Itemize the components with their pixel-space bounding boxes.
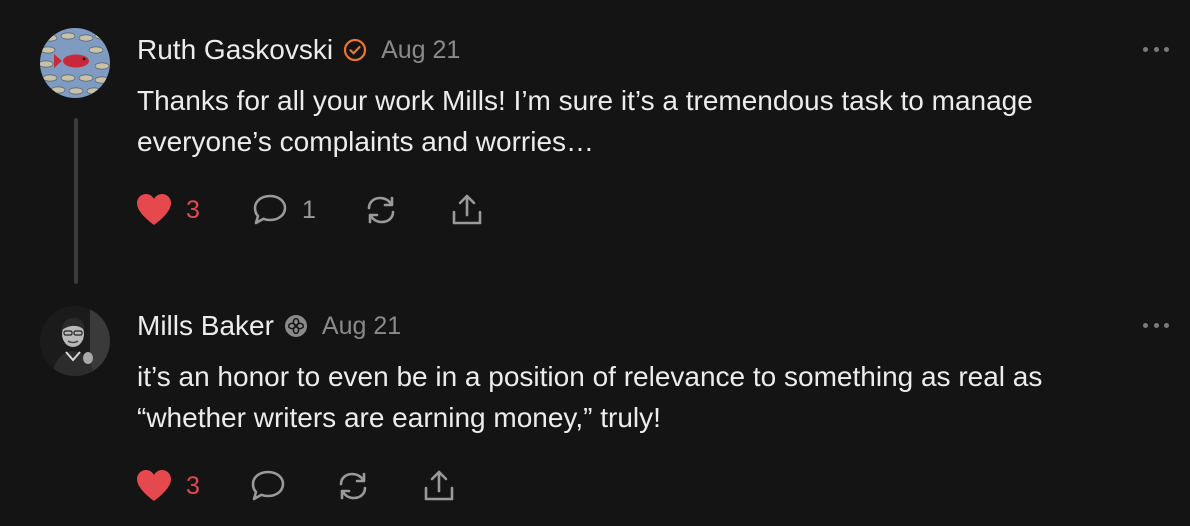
comment-header: Ruth Gaskovski Aug 21 (137, 30, 460, 70)
comment-item: Mills Baker Aug 21 it’s an honor to even… (0, 290, 1190, 526)
like-count: 3 (186, 471, 200, 500)
more-dot-icon (1143, 46, 1148, 52)
share-button[interactable] (450, 190, 484, 230)
avatar[interactable] (40, 306, 110, 376)
comment-text: Thanks for all your work Mills! I’m sure… (137, 85, 1033, 157)
comment-date[interactable]: Aug 21 (322, 312, 401, 341)
more-dot-icon (1153, 322, 1159, 328)
restack-arrows-icon (339, 472, 367, 500)
verified-check-icon (343, 38, 367, 62)
comment-date[interactable]: Aug 21 (381, 36, 460, 65)
staff-flower-icon (284, 314, 308, 338)
heart-icon (137, 470, 171, 501)
reply-count: 1 (302, 195, 316, 224)
comment-actions: 3 1 (136, 190, 536, 230)
restack-button[interactable] (364, 190, 398, 230)
heart-icon (137, 194, 171, 225)
restack-arrows-icon (367, 196, 395, 224)
comment-actions: 3 (136, 466, 536, 506)
more-dot-icon (1143, 322, 1148, 328)
share-button[interactable] (422, 466, 456, 506)
profile-photo-avatar-icon (40, 306, 110, 376)
comment-bubble-icon (251, 470, 285, 501)
like-button[interactable]: 3 (136, 190, 200, 230)
more-options-button[interactable] (1143, 320, 1169, 330)
reply-button[interactable]: 1 (252, 190, 316, 230)
restack-button[interactable] (336, 466, 370, 506)
comment-header: Mills Baker Aug 21 (137, 306, 401, 346)
reply-button[interactable] (250, 466, 286, 506)
comment-item: Ruth Gaskovski Aug 21 Thanks for all you… (0, 0, 1190, 290)
author-name[interactable]: Mills Baker (137, 310, 274, 342)
share-upload-icon (452, 194, 482, 225)
comment-text: it’s an honor to even be in a position o… (137, 361, 1043, 433)
thread-connector-line (74, 118, 78, 284)
like-count: 3 (186, 195, 200, 224)
more-options-button[interactable] (1143, 44, 1169, 54)
more-dot-icon (1153, 46, 1159, 52)
fish-pattern-avatar-icon (40, 28, 110, 98)
avatar[interactable] (40, 28, 110, 98)
comment-bubble-icon (253, 194, 287, 225)
more-dot-icon (1164, 322, 1169, 328)
like-button[interactable]: 3 (136, 466, 200, 506)
author-name[interactable]: Ruth Gaskovski (137, 34, 333, 66)
more-dot-icon (1164, 46, 1169, 52)
share-upload-icon (424, 470, 454, 501)
